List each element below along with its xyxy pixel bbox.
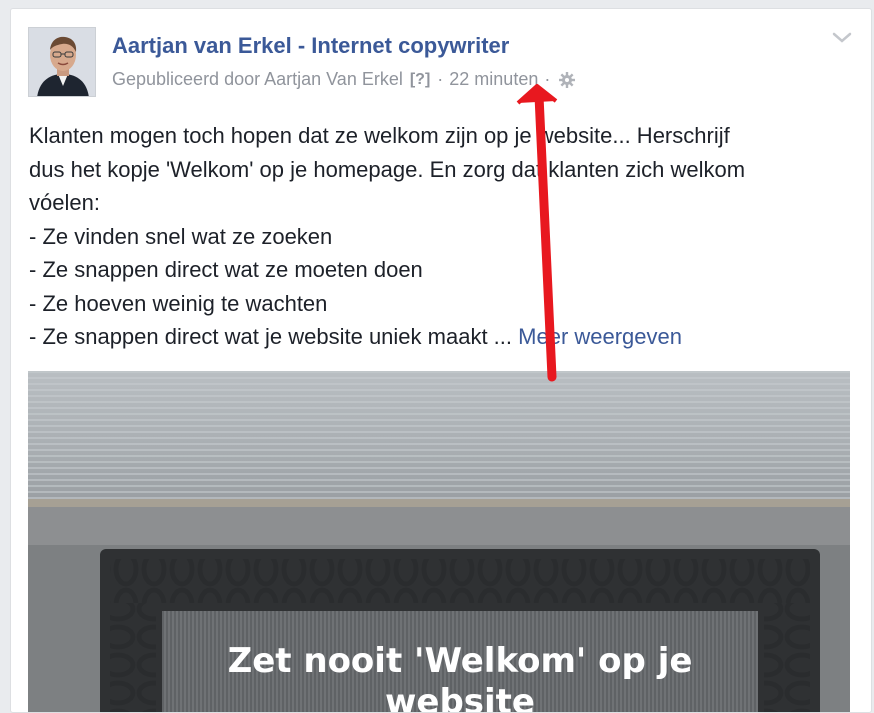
- see-more-link[interactable]: Meer weergeven: [518, 324, 682, 349]
- image-caption-line2: website: [385, 682, 535, 713]
- gear-icon[interactable]: [558, 71, 576, 89]
- avatar[interactable]: [28, 27, 96, 97]
- post-text-line: - Ze snappen direct wat je website uniek…: [29, 324, 513, 349]
- post-text-line: dus het kopje 'Welkom' op je homepage. E…: [29, 156, 746, 182]
- help-marker[interactable]: [?]: [410, 71, 430, 89]
- post-text-line: - Ze hoeven weinig te wachten: [29, 290, 328, 316]
- post-text-last-line: - Ze snappen direct wat je website uniek…: [29, 320, 849, 354]
- post-text-line: vóelen:: [29, 190, 100, 215]
- post-text-line: - Ze vinden snel wat ze zoeken: [29, 223, 333, 249]
- meta-separator: ·: [544, 69, 551, 89]
- post-meta: Gepubliceerd door Aartjan Van Erkel [?] …: [112, 69, 576, 90]
- post-text-line: Klanten mogen toch hopen dat ze welkom z…: [29, 123, 730, 148]
- doormat-photo: Zet nooit 'Welkom' op je website: [28, 371, 850, 713]
- published-by-label: Gepubliceerd door Aartjan Van Erkel: [112, 69, 403, 89]
- post-timestamp-link[interactable]: 22 minuten: [449, 69, 538, 90]
- image-caption-line1: Zet nooit 'Welkom' op je: [228, 641, 693, 681]
- chevron-down-icon[interactable]: [831, 31, 853, 45]
- profile-photo: [29, 28, 95, 96]
- meta-separator: ·: [437, 69, 444, 89]
- page-name-link[interactable]: Aartjan van Erkel - Internet copywriter: [112, 33, 509, 59]
- post-image[interactable]: Zet nooit 'Welkom' op je website: [28, 371, 850, 713]
- post-card: Aartjan van Erkel - Internet copywriter …: [10, 8, 872, 713]
- post-body: Klanten mogen toch hopen dat ze welkom z…: [29, 119, 849, 354]
- post-text-line: - Ze snappen direct wat ze moeten doen: [29, 257, 423, 282]
